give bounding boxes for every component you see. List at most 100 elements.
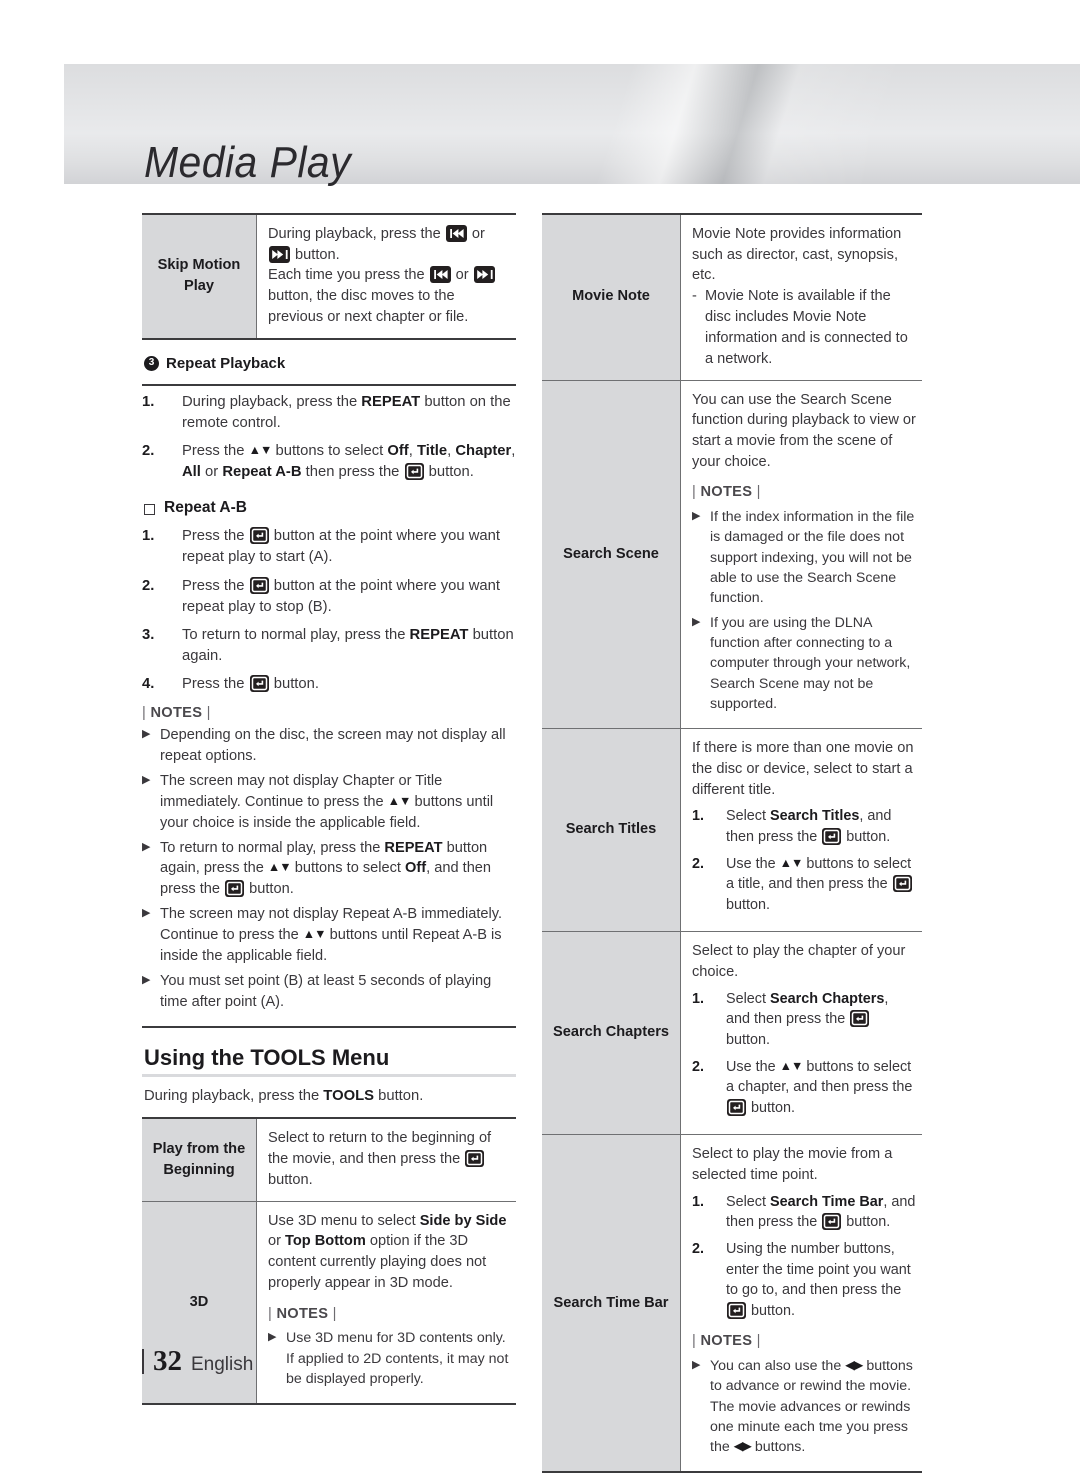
up-down-arrows-icon: ▲▼ (779, 855, 804, 870)
list-item: ▶ Use 3D menu for 3D contents only. If ap… (268, 1328, 510, 1389)
left-right-arrows-icon: ◀▶ (733, 1439, 752, 1454)
repeat-ab-heading: Repeat A-B (144, 499, 516, 517)
skip-backward-icon (429, 266, 451, 284)
row-body: You can use the Search Scene function du… (680, 380, 922, 730)
enter-button-icon (822, 827, 842, 845)
row-label: Search Titles (542, 728, 681, 933)
row-body: Use 3D menu to select Side by Side or To… (256, 1201, 516, 1406)
enter-button-icon (465, 1150, 485, 1168)
step-number: 1. (692, 1193, 705, 1210)
emphasis-text: Top Bottom (285, 1233, 366, 1250)
step-number: 1. (142, 393, 155, 410)
step-number: 2. (692, 1240, 705, 1257)
note-text: Depending on the disc, the screen may no… (160, 727, 506, 765)
table-row: Play from the Beginning Select to return … (142, 1117, 516, 1202)
step-text: Press the button. (182, 675, 319, 693)
step-text: Select Search Time Bar, and then press t… (726, 1193, 916, 1231)
step-number: 4. (142, 676, 155, 693)
list-item: ▶ You can also use the ◀▶ buttons to adva… (692, 1356, 916, 1457)
step-number: 2. (692, 855, 705, 872)
step-text: To return to normal play, press the REPE… (182, 626, 514, 664)
row-label: Search Scene (542, 380, 681, 730)
step-number: 1. (692, 990, 705, 1007)
emphasis-text: Search Chapters (770, 990, 885, 1007)
step-number: 1. (142, 528, 155, 545)
tools-section-title: Using the TOOLS Menu (144, 1045, 390, 1071)
notes-heading-label: NOTES (276, 1305, 329, 1322)
left-right-arrows-icon: ◀▶ (845, 1358, 863, 1372)
list-item: ▶ To return to normal play, press the REP… (142, 838, 516, 901)
repeat-ab-steps: 1. Press the button at the point where yo… (142, 526, 516, 695)
emphasis-text: Off (387, 442, 409, 459)
notes-heading-label: NOTES (150, 705, 203, 722)
note-text: You can also use the ◀▶ buttons to advan… (710, 1358, 913, 1456)
emphasis-text: Search Titles (770, 808, 860, 825)
step-number-badge: 3 (144, 355, 159, 371)
note-text: The screen may not display Repeat A-B im… (160, 906, 503, 964)
step-number: 2. (142, 442, 155, 459)
enter-button-icon (727, 1098, 746, 1116)
list-item: 1. Select Search Chapters, and then press… (692, 989, 916, 1051)
table-row: Search Chapters Select to play the chapte… (542, 931, 922, 1136)
row-body: During playback, press the or button. Eac… (256, 213, 516, 340)
list-item: ▶ The screen may not display Chapter or T… (142, 771, 516, 834)
page-footer: 32 English (142, 1345, 253, 1378)
step-text: Press the button at the point where you … (182, 527, 500, 566)
square-bullet-icon (144, 503, 155, 515)
emphasis-text: REPEAT (384, 839, 443, 856)
table-row: Search Scene You can use the Search Scene… (542, 380, 922, 730)
note-text: The screen may not display Chapter or Ti… (160, 773, 494, 831)
right-column: Movie Note Movie Note provides informatio… (542, 212, 922, 1474)
note-text: Use 3D menu for 3D contents only. If app… (286, 1330, 509, 1387)
step-text: During playback, press the REPEAT button… (182, 393, 511, 431)
enter-button-icon (249, 576, 269, 594)
row-label: Movie Note (542, 212, 681, 381)
divider (142, 1074, 516, 1078)
step-number: 2. (142, 577, 155, 594)
list-item: 2. Press the ▲▼ buttons to select Off, Ti… (142, 441, 516, 483)
list-item: 2. Press the button at the point where yo… (142, 576, 516, 618)
up-down-arrows-icon: ▲▼ (248, 442, 273, 457)
row-label: Search Time Bar (542, 1134, 681, 1474)
emphasis-text: Side by Side (419, 1212, 507, 1229)
row-body: If there is more than one movie on the d… (680, 728, 922, 933)
notes-heading: | NOTES | (268, 1305, 337, 1322)
list-item: 1. Select Search Time Bar, and then press… (692, 1192, 916, 1233)
emphasis-text: Chapter (455, 442, 512, 459)
enter-button-icon (404, 463, 424, 481)
row-label: Search Chapters (542, 931, 681, 1136)
list-item: - Movie Note is available if the disc inc… (692, 286, 916, 369)
table-row: Search Time Bar Select to play the movie … (542, 1134, 922, 1474)
triangle-bullet-icon: ▶ (692, 510, 701, 523)
enter-button-icon (822, 1213, 842, 1231)
row-body-text: Select to play the movie from a selected… (692, 1146, 893, 1183)
notes-heading: | NOTES | (692, 1333, 761, 1350)
up-down-arrows-icon: ▲▼ (779, 1058, 804, 1073)
page-language: English (191, 1354, 254, 1375)
emphasis-text: Title (416, 442, 448, 459)
enter-button-icon (892, 875, 912, 893)
notes-heading: | NOTES | (142, 705, 211, 722)
enter-button-icon (850, 1010, 870, 1028)
row-body: Select to return to the beginning of the… (256, 1117, 516, 1202)
list-item: 4. Press the button. (142, 674, 516, 695)
note-text: You must set point (B) at least 5 second… (160, 972, 492, 1010)
notes-heading: | NOTES | (692, 484, 761, 501)
step-number: 1. (692, 808, 705, 825)
row-steps: 1. Select Search Time Bar, and then press… (692, 1192, 916, 1322)
divider (142, 383, 516, 386)
tools-menu-table-continued: Movie Note Movie Note provides informatio… (542, 212, 922, 1474)
emphasis-text: Search Time Bar (770, 1193, 884, 1210)
enter-button-icon (225, 880, 245, 898)
note-text: To return to normal play, press the REPE… (160, 839, 492, 898)
up-down-arrows-icon: ▲▼ (387, 793, 412, 808)
divider (142, 1026, 516, 1029)
row-body-text: Movie Note provides information such as … (692, 226, 902, 284)
tools-menu-continued-tbody: Movie Note Movie Note provides informatio… (542, 212, 922, 1474)
emphasis-text: All (182, 464, 201, 481)
list-item: ▶ Depending on the disc, the screen may n… (142, 725, 516, 767)
row-body-text: You can use the Search Scene function du… (692, 391, 916, 470)
row-notes-list: ▶ Use 3D menu for 3D contents only. If ap… (268, 1328, 510, 1389)
triangle-bullet-icon: ▶ (692, 1359, 701, 1371)
list-item: 2. Use the ▲▼ buttons to select a title, … (692, 854, 916, 916)
